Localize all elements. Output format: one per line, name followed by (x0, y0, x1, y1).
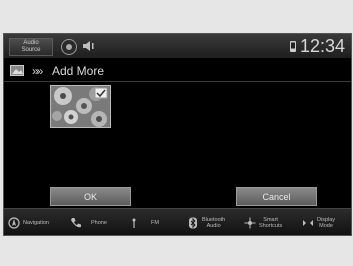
status-bar: Audio Source 12:34 (4, 34, 351, 58)
audio-source-label: Audio Source (21, 40, 41, 53)
bottom-nav-bar: Navigation Phone FM Bluetooth Audio Smar… (4, 208, 351, 235)
nav-bluetooth-audio[interactable]: Bluetooth Audio (187, 209, 226, 235)
nav-smart-shortcuts-label: Smart Shortcuts (259, 216, 283, 229)
nav-display-mode-label: Display Mode (317, 216, 336, 229)
cancel-button[interactable]: Cancel (236, 187, 317, 206)
radio-icon (132, 218, 136, 228)
flower-image (51, 86, 110, 127)
header-divider (4, 81, 351, 82)
nav-display-mode[interactable]: Display Mode (302, 209, 336, 235)
photo-icon (10, 65, 24, 76)
page-title: Add More (52, 64, 105, 78)
nav-phone[interactable]: Phone (70, 209, 107, 235)
ok-label: OK (83, 191, 97, 202)
nav-fm-label: FM (151, 219, 159, 226)
phone-icon (71, 217, 81, 227)
ok-button[interactable]: OK (50, 187, 131, 206)
nav-fm[interactable]: FM (128, 209, 159, 235)
audio-source-button[interactable]: Audio Source (9, 38, 53, 56)
head-unit-screen: Audio Source 12:34 »» Add More OK Cancel… (3, 33, 352, 236)
display-mode-icon (303, 219, 313, 226)
nav-smart-shortcuts[interactable]: Smart Shortcuts (244, 209, 283, 235)
nav-navigation-label: Navigation (23, 219, 49, 226)
nav-bluetooth-audio-label: Bluetooth Audio (202, 216, 226, 229)
clock: 12:34 (300, 36, 346, 56)
phone-status-icon (290, 41, 296, 52)
shortcuts-icon (244, 217, 256, 228)
source-disc-icon[interactable] (61, 39, 77, 55)
nav-navigation[interactable]: Navigation (8, 209, 49, 235)
volume-icon (83, 41, 94, 51)
photo-thumbnail[interactable] (50, 85, 111, 128)
navigation-icon (8, 216, 20, 229)
bluetooth-icon (189, 217, 197, 228)
cancel-label: Cancel (262, 191, 291, 202)
screen-header: »» Add More (4, 61, 351, 81)
nav-phone-label: Phone (91, 219, 107, 226)
breadcrumb-arrows: »» (32, 64, 43, 78)
